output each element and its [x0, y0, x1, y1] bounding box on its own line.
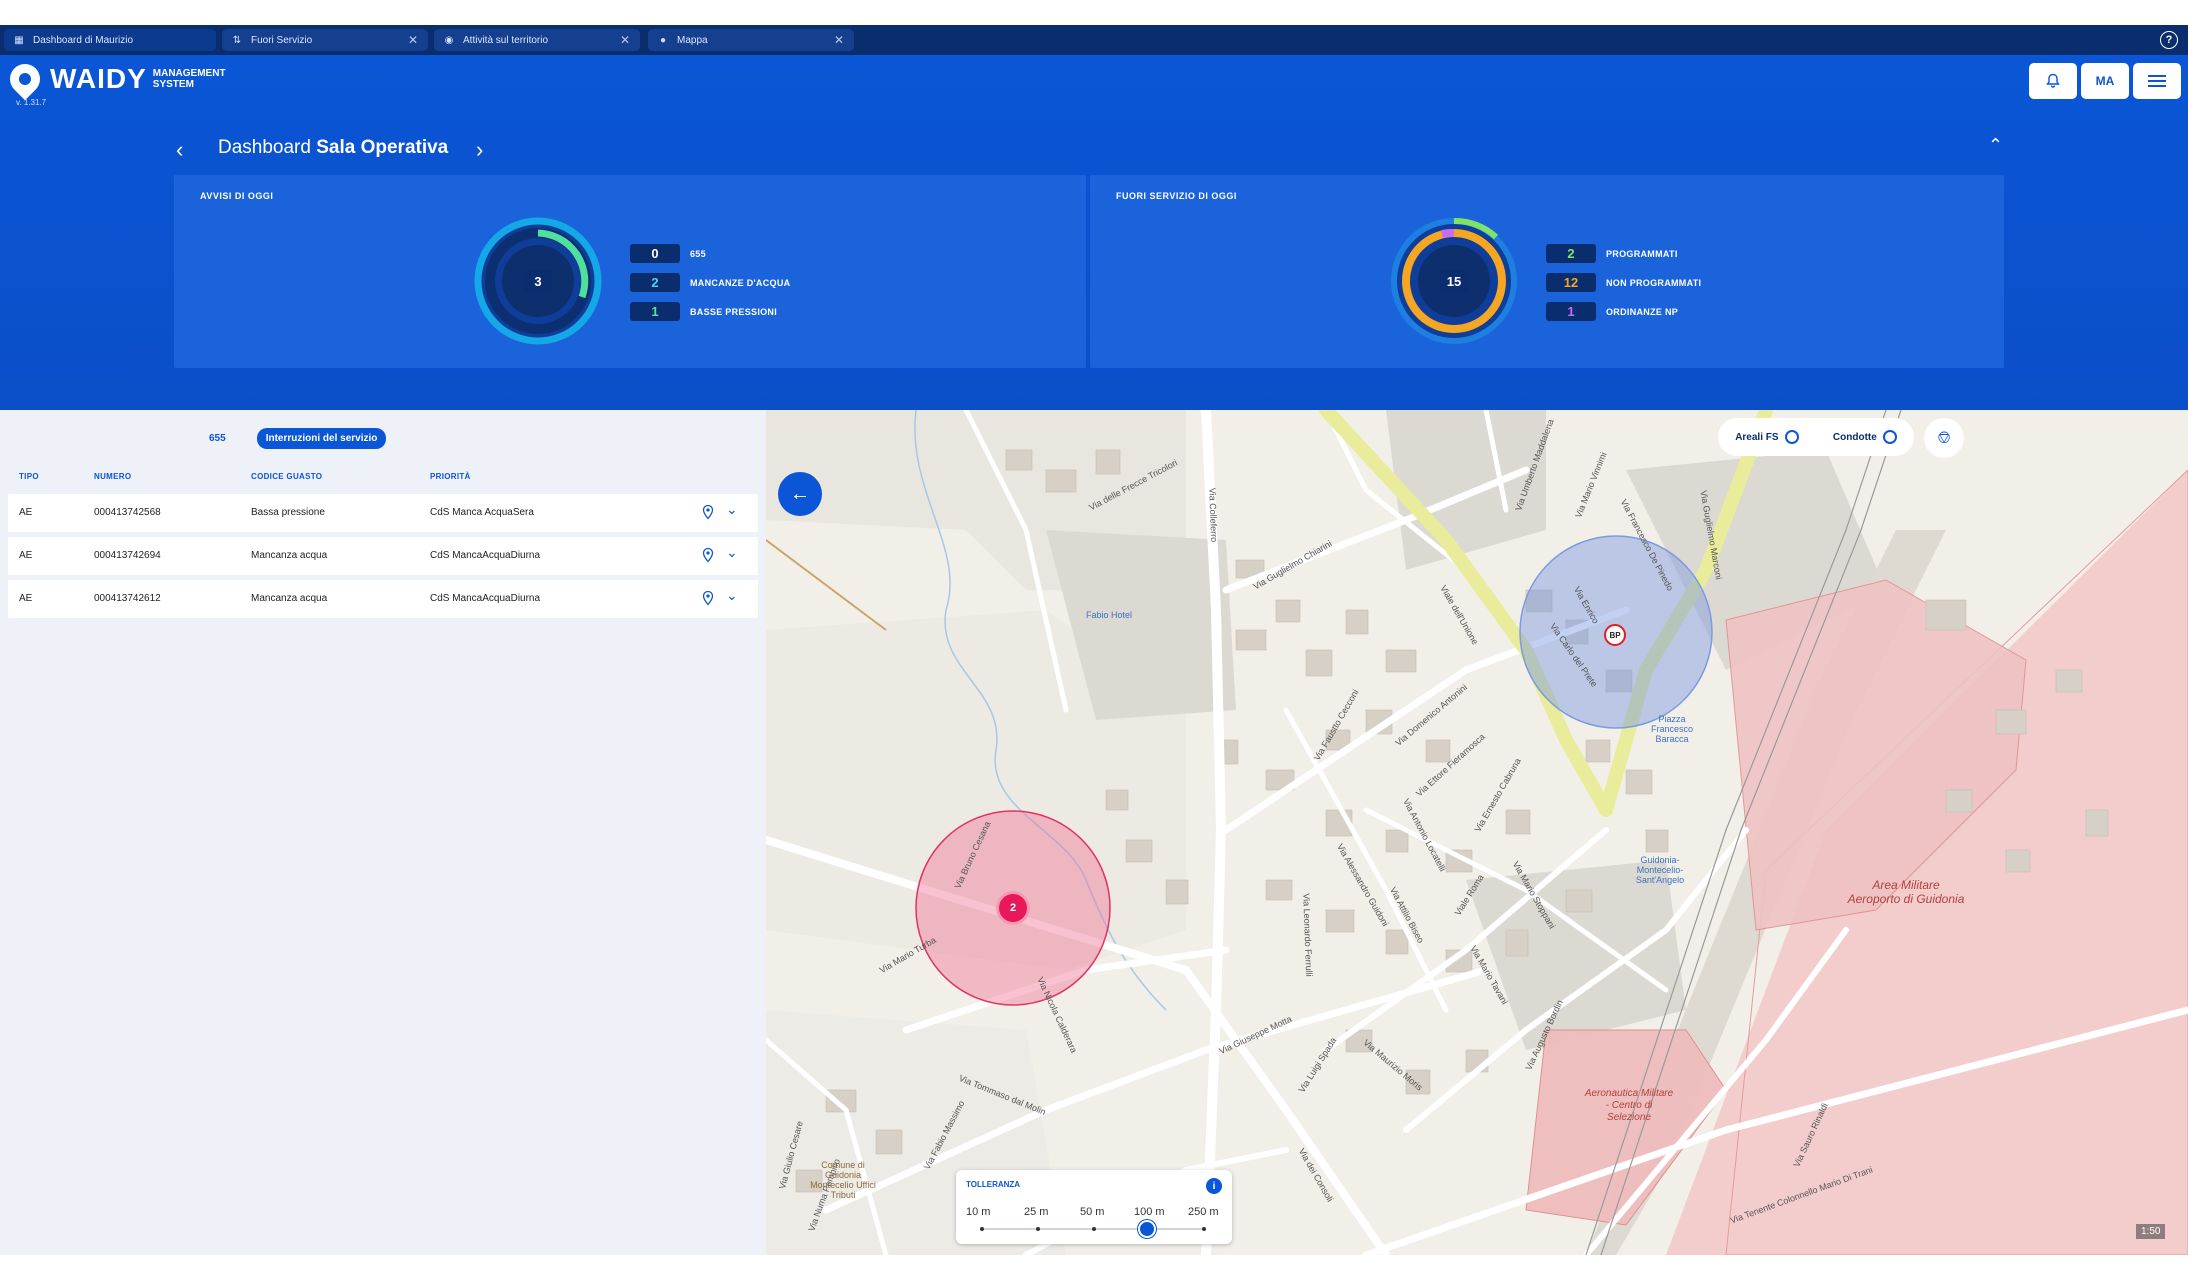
header: WAIDY MANAGEMENT SYSTEM v. 1.31.7 MA ‹ Da… [0, 55, 2188, 410]
table-header: TIPO NUMERO CODICE GUASTO PRIORITÀ [19, 472, 471, 481]
close-icon[interactable]: ✕ [834, 33, 844, 47]
map-layer-icon: ⎊ [1937, 428, 1951, 447]
poi-label: Piazza Francesco Baracca [1650, 714, 1694, 744]
tolerance-tick [1036, 1227, 1040, 1231]
chevron-down-icon[interactable]: ⌄ [726, 544, 738, 561]
chevron-right-icon[interactable]: › [476, 137, 483, 163]
chevron-left-icon[interactable]: ‹ [176, 137, 183, 163]
tolerance-option[interactable]: 10 m [966, 1206, 990, 1218]
top-margin [0, 0, 2188, 25]
locate-pin-icon[interactable] [700, 504, 716, 520]
tolerance-option[interactable]: 100 m [1134, 1206, 1165, 1218]
close-icon[interactable]: ✕ [408, 33, 418, 47]
map-settings-button[interactable]: ⎊ [1924, 418, 1964, 458]
avvisi-donut-chart: 3 [472, 215, 604, 347]
filter-tabs: 655 Interruzioni del servizio [200, 428, 408, 449]
street-label: Via Colleferro [1207, 487, 1220, 543]
back-arrow-button[interactable]: ← [778, 472, 822, 516]
user-avatar-button[interactable]: MA [2081, 63, 2129, 99]
tolerance-option[interactable]: 250 m [1188, 1206, 1219, 1218]
legend-item[interactable]: 2 PROGRAMMATI [1546, 243, 1701, 264]
tolerance-slider-handle[interactable] [1138, 1220, 1156, 1238]
chevron-down-icon[interactable]: ⌄ [726, 501, 738, 518]
fuori-servizio-legend: 2 PROGRAMMATI 12 NON PROGRAMMATI 1 ORDIN… [1546, 243, 1701, 330]
notifications-button[interactable] [2029, 63, 2077, 99]
fuori-servizio-total: 15 [1440, 270, 1468, 292]
bell-icon [2046, 73, 2060, 88]
tolerance-panel: TOLLERANZA i 10 m 25 m 50 m 100 m 250 m [956, 1170, 1232, 1244]
fuori-servizio-donut-chart: 15 [1388, 215, 1520, 347]
filter-655[interactable]: 655 [200, 428, 235, 449]
page-title: Dashboard Sala Operativa [218, 137, 449, 158]
table-row[interactable]: AE 000413742612 Mancanza acqua CdS Manca… [8, 580, 758, 618]
avvisi-panel: AVVISI DI OGGI 3 0 655 2 MANCANZE D'ACQU… [174, 175, 1086, 368]
tolerance-tick [1202, 1227, 1206, 1231]
filter-interruzioni[interactable]: Interruzioni del servizio [256, 428, 387, 449]
toggle-circle-icon[interactable] [1784, 430, 1799, 444]
map-view[interactable]: 2 BP Via delle Frecce Tricolori Via Coll… [766, 410, 2188, 1255]
fuori-servizio-panel: FUORI SERVIZIO DI OGGI 15 2 PROGRAMMATI … [1090, 175, 2004, 368]
tolerance-tick [980, 1227, 984, 1231]
tab-bar: ▦ Dashboard di Maurizio ⇅ Fuori Servizio… [0, 25, 2188, 55]
chevron-down-icon[interactable]: ⌄ [726, 587, 738, 604]
close-icon[interactable]: ✕ [620, 33, 630, 47]
toggle-circle-icon[interactable] [1882, 430, 1897, 444]
tolerance-tick [1092, 1227, 1096, 1231]
bottom-margin [0, 1255, 2188, 1280]
map-scale: 1:50 [2136, 1224, 2166, 1239]
poi-label: Fabio Hotel [1086, 610, 1133, 620]
tab-attivita[interactable]: ◉ Attività sul territorio ✕ [434, 29, 640, 51]
legend-item[interactable]: 2 MANCANZE D'ACQUA [630, 272, 790, 293]
tolerance-option[interactable]: 25 m [1024, 1206, 1048, 1218]
avvisi-legend: 0 655 2 MANCANZE D'ACQUA 1 BASSE PRESSIO… [630, 243, 790, 330]
locate-pin-icon[interactable] [700, 590, 716, 606]
out-of-service-icon: ⇅ [232, 34, 242, 46]
tolerance-option[interactable]: 50 m [1080, 1206, 1104, 1218]
hamburger-icon [2148, 75, 2166, 87]
poi-label: Comune di Guidonia Montecelio Uffici Tri… [810, 1160, 876, 1200]
area-label: Area Militare Aeroporto di Guidonia [1847, 878, 1965, 906]
logo: WAIDY MANAGEMENT SYSTEM [3, 57, 226, 101]
area-label: Aeronautica Militare - Centro di Selezio… [1584, 1088, 1674, 1123]
locate-pin-icon[interactable] [700, 547, 716, 563]
tab-dashboard[interactable]: ▦ Dashboard di Maurizio [4, 29, 216, 51]
activity-icon: ◉ [444, 34, 454, 46]
layer-areali-fs[interactable]: Areali FS [1735, 430, 1799, 444]
tab-mappa[interactable]: ● Mappa ✕ [648, 29, 854, 51]
legend-item[interactable]: 1 ORDINANZE NP [1546, 301, 1701, 322]
table-row[interactable]: AE 000413742568 Bassa pressione CdS Manc… [8, 494, 758, 532]
info-icon[interactable]: i [1206, 1178, 1222, 1194]
waidy-logo-icon [3, 57, 47, 101]
layer-condotte[interactable]: Condotte [1833, 430, 1897, 444]
table-row[interactable]: AE 000413742694 Mancanza acqua CdS Manca… [8, 537, 758, 575]
poi-label: Guidonia-Montecelio-Sant'Angelo [1635, 855, 1685, 885]
app-version: v. 1.31.7 [16, 98, 47, 107]
avvisi-total: 3 [524, 270, 552, 292]
cluster-marker[interactable]: 2 [996, 891, 1030, 925]
interruptions-list-panel: 655 Interruzioni del servizio TIPO NUMER… [0, 410, 766, 1255]
menu-button[interactable] [2133, 63, 2181, 99]
tab-fuori-servizio[interactable]: ⇅ Fuori Servizio ✕ [222, 29, 428, 51]
map-pin-icon: ● [659, 34, 667, 46]
map-layers-toggle: Areali FS Condotte [1718, 418, 1914, 456]
legend-item[interactable]: 12 NON PROGRAMMATI [1546, 272, 1701, 293]
legend-item[interactable]: 0 655 [630, 243, 790, 264]
legend-item[interactable]: 1 BASSE PRESSIONI [630, 301, 790, 322]
low-pressure-marker[interactable]: BP [1604, 624, 1626, 646]
dashboard-icon: ▦ [14, 34, 24, 46]
help-button[interactable]: ? [2160, 31, 2178, 49]
chevron-up-icon[interactable]: ⌃ [1988, 135, 2003, 156]
arrow-left-icon: ← [790, 482, 810, 505]
